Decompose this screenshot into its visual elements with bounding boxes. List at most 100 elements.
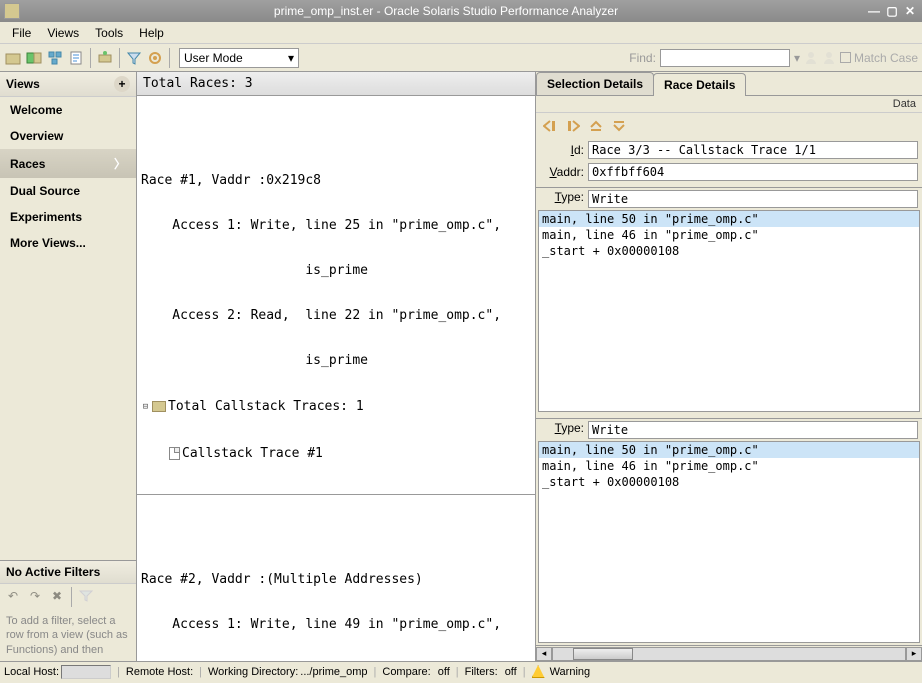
races-header: Total Races: 3 <box>137 72 535 96</box>
undo-icon[interactable]: ↶ <box>3 587 23 605</box>
find-next-icon[interactable] <box>822 51 836 65</box>
find-input[interactable] <box>660 49 790 67</box>
connect-icon[interactable] <box>96 49 114 67</box>
trace-leaf[interactable]: Callstack Trace #1 <box>141 445 531 462</box>
trace-line[interactable]: main, line 46 in "prime_omp.c" <box>539 227 919 243</box>
scroll-right-icon[interactable]: ▸ <box>906 647 922 661</box>
trace2-body[interactable]: main, line 50 in "prime_omp.c" main, lin… <box>538 441 920 643</box>
filters-toolbar: ↶ ↷ ✖ <box>0 584 136 610</box>
horizontal-scrollbar[interactable]: ◂ ▸ <box>536 645 922 661</box>
menu-views[interactable]: Views <box>39 24 87 42</box>
views-header: Views + <box>0 72 136 97</box>
find-prev-icon[interactable] <box>804 51 818 65</box>
nav-up-icon[interactable] <box>586 117 606 135</box>
compare-icon[interactable] <box>25 49 43 67</box>
scroll-track[interactable] <box>552 647 906 661</box>
toolbar: User Mode ▾ Find: ▾ Match Case <box>0 44 922 72</box>
race-block-2[interactable]: Race #2, Vaddr :(Multiple Addresses) Acc… <box>137 540 535 661</box>
filters-header: No Active Filters <box>0 561 136 584</box>
nav-down-icon[interactable] <box>609 117 629 135</box>
statusbar: Local Host: | Remote Host: | Working Dir… <box>0 661 922 681</box>
id-value: Race 3/3 -- Callstack Trace 1/1 <box>588 141 918 159</box>
tab-selection-details[interactable]: Selection Details <box>536 72 654 95</box>
race-block-1[interactable]: Race #1, Vaddr :0x219c8 Access 1: Write,… <box>137 141 535 495</box>
find-label: Find: <box>629 51 656 65</box>
races-panel: Total Races: 3 Race #1, Vaddr :0x219c8 A… <box>137 72 536 661</box>
sidebar-item-dualsource[interactable]: Dual Source <box>0 178 136 204</box>
race-access1: Access 1: Write, line 49 in "prime_omp.c… <box>141 617 531 632</box>
sidebar-item-races[interactable]: Races 〉 <box>0 149 136 178</box>
race-access1: Access 1: Write, line 25 in "prime_omp.c… <box>141 218 531 233</box>
menu-tools[interactable]: Tools <box>87 24 131 42</box>
trace-line[interactable]: main, line 50 in "prime_omp.c" <box>539 442 919 458</box>
trace-line[interactable]: _start + 0x00000108 <box>539 474 919 490</box>
tab-race-details[interactable]: Race Details <box>653 73 746 96</box>
data-column-label: Data <box>536 96 922 113</box>
menu-file[interactable]: File <box>4 24 39 42</box>
nav-next-icon[interactable] <box>563 117 583 135</box>
trace-line[interactable]: main, line 50 in "prime_omp.c" <box>539 211 919 227</box>
open-icon[interactable] <box>4 49 22 67</box>
trace-line[interactable]: main, line 46 in "prime_omp.c" <box>539 458 919 474</box>
main-content: Views + Welcome Overview Races 〉 Dual So… <box>0 72 922 661</box>
nav-buttons <box>536 113 922 139</box>
detail-tabs: Selection Details Race Details <box>536 72 922 96</box>
type2-value: Write <box>588 421 918 439</box>
workingdir-value: .../prime_omp <box>300 666 367 678</box>
sidebar-item-moreviews[interactable]: More Views... <box>0 230 136 256</box>
id-row: Id: Race 3/3 -- Callstack Trace 1/1 <box>536 139 922 161</box>
type1-value: Write <box>588 190 918 208</box>
maximize-button[interactable]: ▢ <box>884 4 900 18</box>
app-icon <box>4 3 20 19</box>
trace1-body[interactable]: main, line 50 in "prime_omp.c" main, lin… <box>538 210 920 412</box>
trace-label: Callstack Trace #1 <box>182 446 323 461</box>
find-dropdown-icon[interactable]: ▾ <box>794 51 800 65</box>
tree-toggle-icon[interactable]: ⊟ <box>141 402 150 411</box>
sidebar-item-overview[interactable]: Overview <box>0 123 136 149</box>
settings-icon[interactable] <box>146 49 164 67</box>
export-icon[interactable] <box>67 49 85 67</box>
sidebar-item-experiments[interactable]: Experiments <box>0 204 136 230</box>
race-title: Race #1, Vaddr :0x219c8 <box>141 173 531 188</box>
vaddr-row: Vaddr: 0xffbff604 <box>536 161 922 183</box>
window-controls: — ▢ ✕ <box>866 4 918 18</box>
nav-prev-icon[interactable] <box>540 117 560 135</box>
localhost-label: Local Host: <box>4 666 59 678</box>
mode-value: User Mode <box>184 51 243 65</box>
filter-funnel-icon[interactable] <box>76 587 96 605</box>
views-title: Views <box>6 77 40 91</box>
filters-hint: To add a filter, select a row from a vie… <box>0 610 136 661</box>
trace-line[interactable]: _start + 0x00000108 <box>539 243 919 259</box>
scroll-left-icon[interactable]: ◂ <box>536 647 552 661</box>
filter-icon[interactable] <box>125 49 143 67</box>
filters-section: No Active Filters ↶ ↷ ✖ To add a filter,… <box>0 560 136 661</box>
mode-select[interactable]: User Mode ▾ <box>179 48 299 68</box>
sidebar-item-label: Races <box>10 157 45 171</box>
warning-icon <box>532 665 545 678</box>
redo-icon[interactable]: ↷ <box>25 587 45 605</box>
access2-panel: Type: Write main, line 50 in "prime_omp.… <box>536 418 922 645</box>
folder-icon <box>152 401 166 412</box>
matchcase[interactable]: Match Case <box>840 51 918 65</box>
sidebar: Views + Welcome Overview Races 〉 Dual So… <box>0 72 137 661</box>
matchcase-label: Match Case <box>854 51 918 65</box>
window-title: prime_omp_inst.er - Oracle Solaris Studi… <box>26 4 866 18</box>
race-title: Race #2, Vaddr :(Multiple Addresses) <box>141 572 531 587</box>
remove-filter-icon[interactable]: ✖ <box>47 587 67 605</box>
menu-help[interactable]: Help <box>131 24 172 42</box>
menubar: File Views Tools Help <box>0 22 922 44</box>
details-panel: Selection Details Race Details Data Id: … <box>536 72 922 661</box>
aggregate-icon[interactable] <box>46 49 64 67</box>
access1-panel: Type: Write main, line 50 in "prime_omp.… <box>536 187 922 414</box>
close-button[interactable]: ✕ <box>902 4 918 18</box>
localhost-value <box>61 665 111 679</box>
traces-node[interactable]: ⊟ Total Callstack Traces: 1 <box>141 398 531 415</box>
minimize-button[interactable]: — <box>866 4 882 18</box>
race-list[interactable]: Race #1, Vaddr :0x219c8 Access 1: Write,… <box>137 96 535 661</box>
matchcase-checkbox[interactable] <box>840 52 851 63</box>
sidebar-item-welcome[interactable]: Welcome <box>0 97 136 123</box>
warning-label[interactable]: Warning <box>550 666 591 678</box>
scroll-thumb[interactable] <box>573 648 633 660</box>
compare-value: off <box>438 666 450 678</box>
add-view-button[interactable]: + <box>114 76 130 92</box>
